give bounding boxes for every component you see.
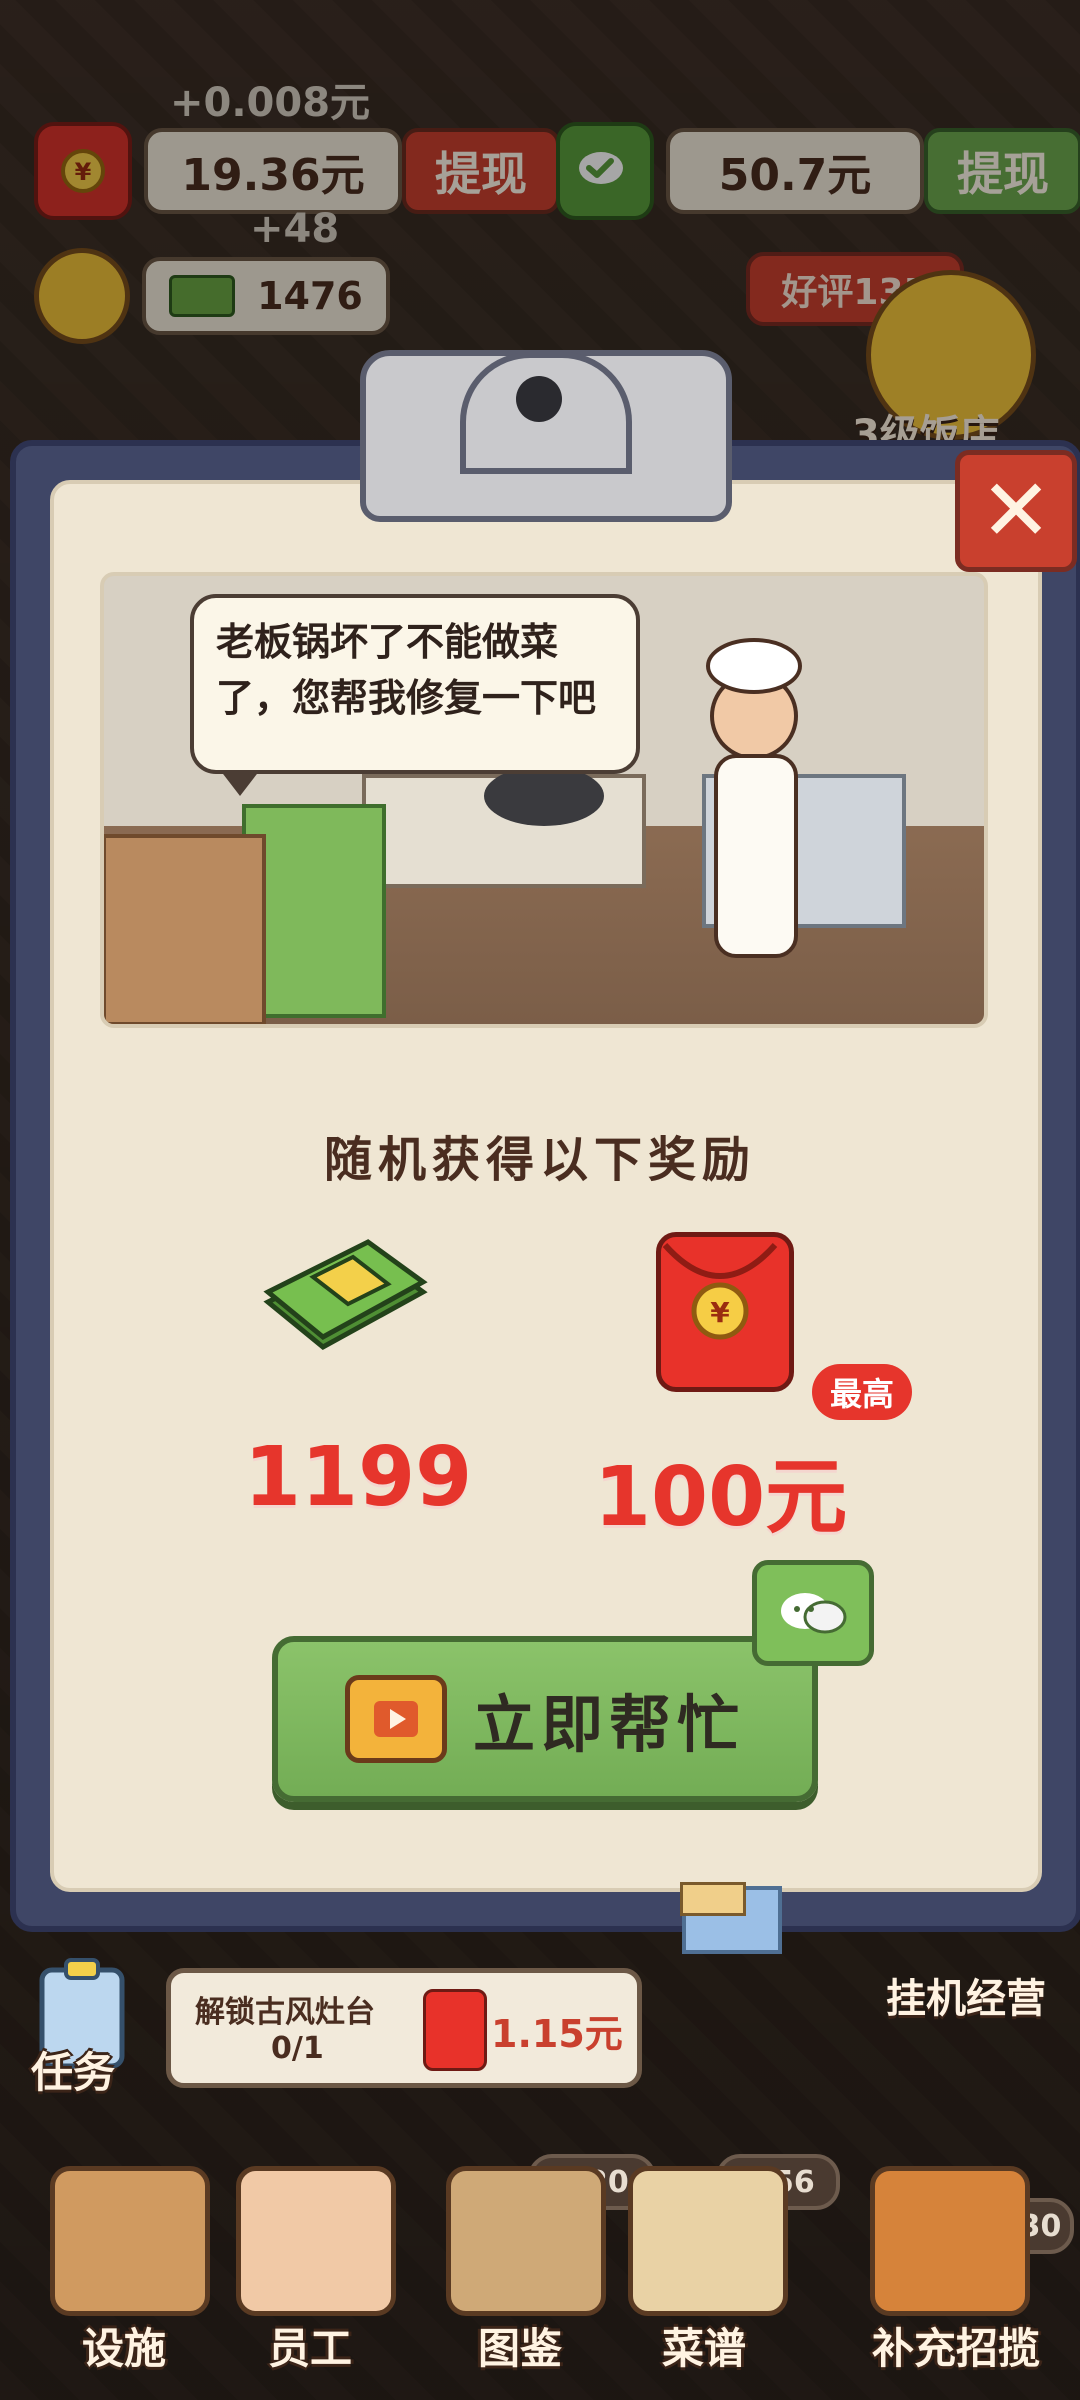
task-label[interactable]: 任务 [0,2039,148,2100]
speech-bubble-tail [220,770,260,796]
idle-manage-label[interactable]: 挂机经营 [886,1966,1046,2024]
video-tv-icon [344,1675,447,1763]
reward-coins-value: 1199 [244,1430,473,1525]
speech-bubble: 老板锅坏了不能做菜了，您帮我修复一下吧 [190,594,640,774]
bottom-nav: 设施 员工 8/20 图鉴 7/56 菜谱 +30 补充招揽 [0,2120,1080,2400]
nav-facility[interactable]: 设施 [34,2315,214,2376]
recipe-book-icon [628,2166,788,2316]
task-description: 解锁古风灶台 [195,1995,375,2030]
task-progress: 0/1 [271,2031,324,2066]
staff-icon [236,2166,396,2316]
wechat-share-icon [752,1560,874,1666]
reward-title: 随机获得以下奖励 [323,1132,756,1188]
close-button[interactable]: ✕ [955,450,1077,572]
gallery-book-icon [446,2166,606,2316]
task-card[interactable]: 解锁古风灶台 0/1 1.15元 [166,1968,642,2088]
reward-cash-value: 100元 [594,1450,848,1545]
red-packet-reward-icon: ¥ [656,1232,794,1392]
nav-recruit[interactable]: 补充招揽 [838,2315,1074,2376]
close-icon: ✕ [979,461,1053,561]
nav-staff[interactable]: 员工 [220,2315,400,2376]
cash-stack-reward-icon [258,1232,428,1372]
sticky-note-tab [680,1882,746,1916]
nav-gallery[interactable]: 图鉴 [430,2315,610,2376]
clipboard-hole [516,376,562,422]
task-red-packet-icon [423,1989,487,2071]
svg-text:¥: ¥ [710,1296,730,1329]
megaphone-icon [870,2166,1030,2316]
help-now-label: 立即帮忙 [472,1688,745,1761]
nav-recipe[interactable]: 菜谱 [614,2315,794,2376]
max-badge: 最高 [812,1364,912,1420]
chef-message: 老板锅坏了不能做菜了，您帮我修复一下吧 [216,620,597,720]
task-reward: 1.15元 [491,2012,623,2056]
facility-house-icon [50,2166,210,2316]
help-now-button[interactable]: 立即帮忙 [272,1636,818,1802]
